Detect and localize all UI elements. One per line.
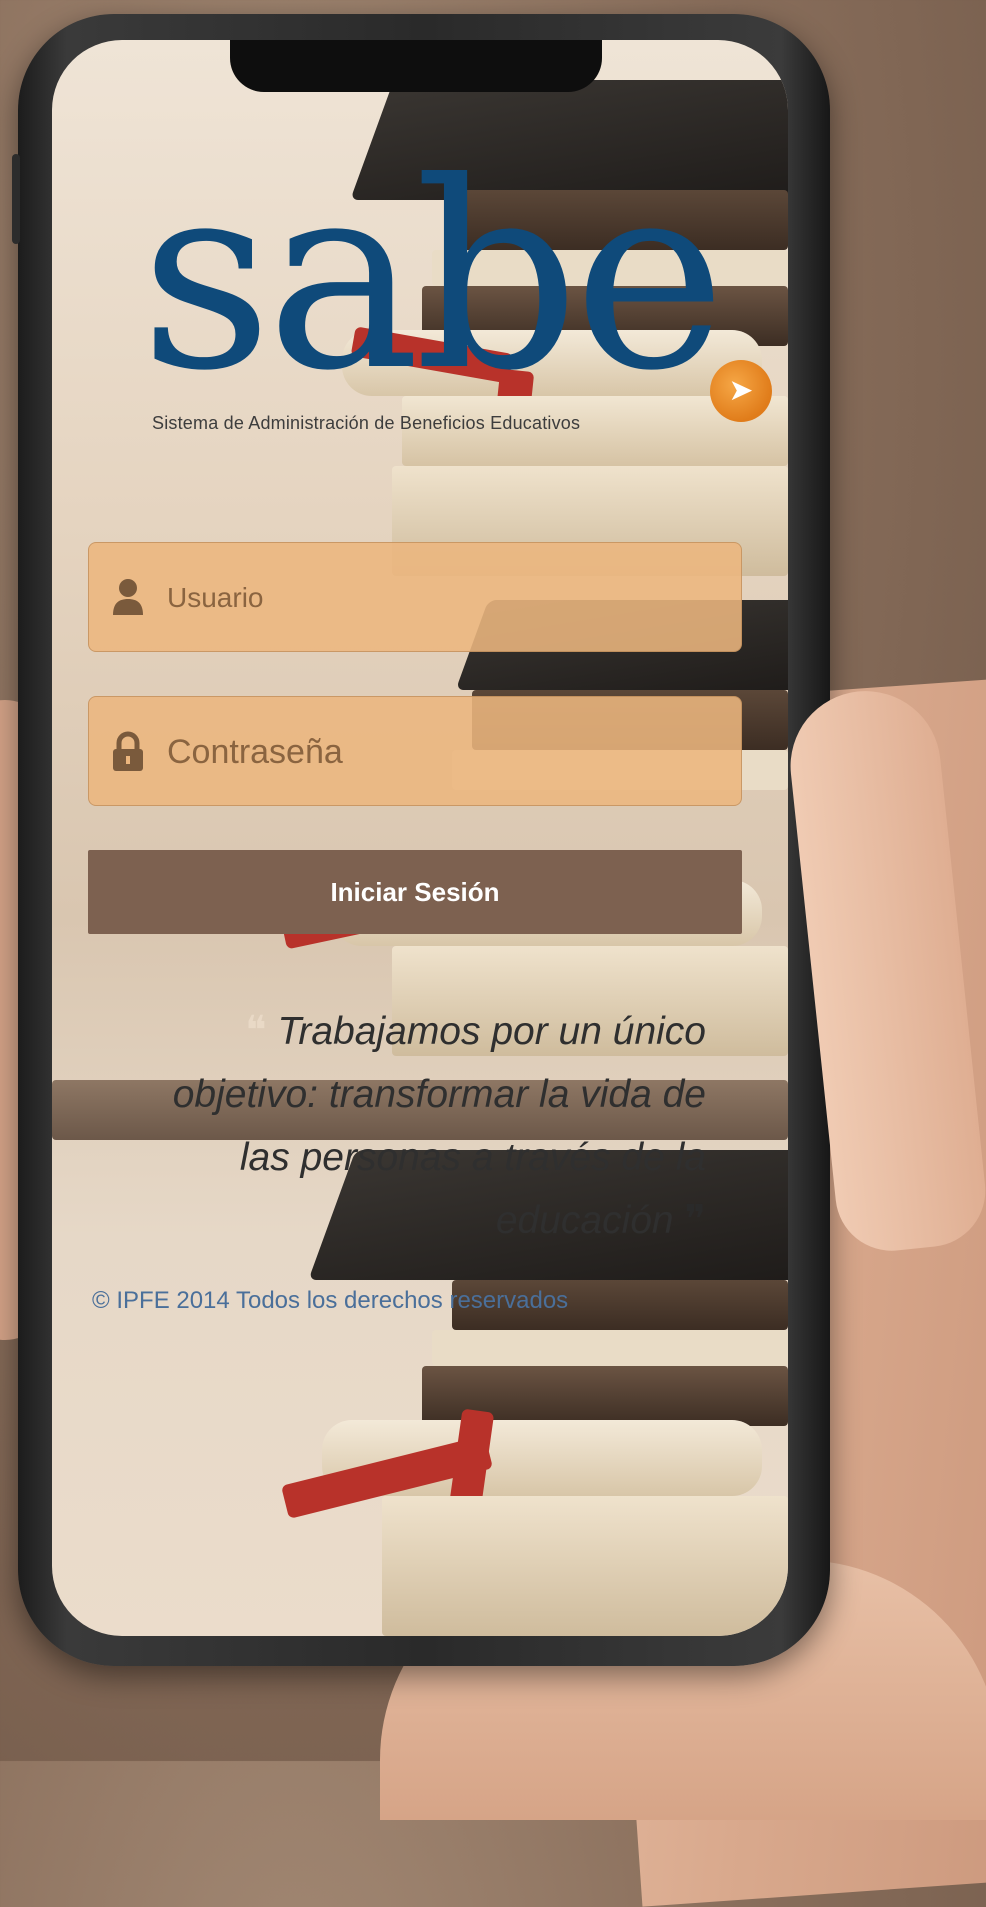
quote-close-mark: ❞ <box>684 1198 706 1242</box>
phone-side-button <box>12 154 20 244</box>
password-placeholder: Contraseña <box>167 733 343 771</box>
lock-icon <box>111 731 145 771</box>
quote: ❝ Trabajamos por un único objetivo: tran… <box>138 1000 706 1252</box>
sabe-logo: sabe <box>140 127 726 427</box>
username-placeholder: Usuario <box>167 582 264 613</box>
username-field[interactable]: Usuario <box>88 542 742 652</box>
password-field[interactable]: Contraseña <box>88 696 742 806</box>
app-tagline: Sistema de Administración de Beneficios … <box>152 413 581 433</box>
login-screen: sabe ➤ Sistema de Administración de Bene… <box>52 40 788 1636</box>
login-button[interactable]: Iniciar Sesión <box>88 850 742 934</box>
quote-open-mark: ❝ <box>245 1009 267 1053</box>
user-icon <box>111 577 145 617</box>
phone-notch <box>230 40 602 92</box>
copyright-footer: © IPFE 2014 Todos los derechos reservado… <box>92 1287 569 1314</box>
